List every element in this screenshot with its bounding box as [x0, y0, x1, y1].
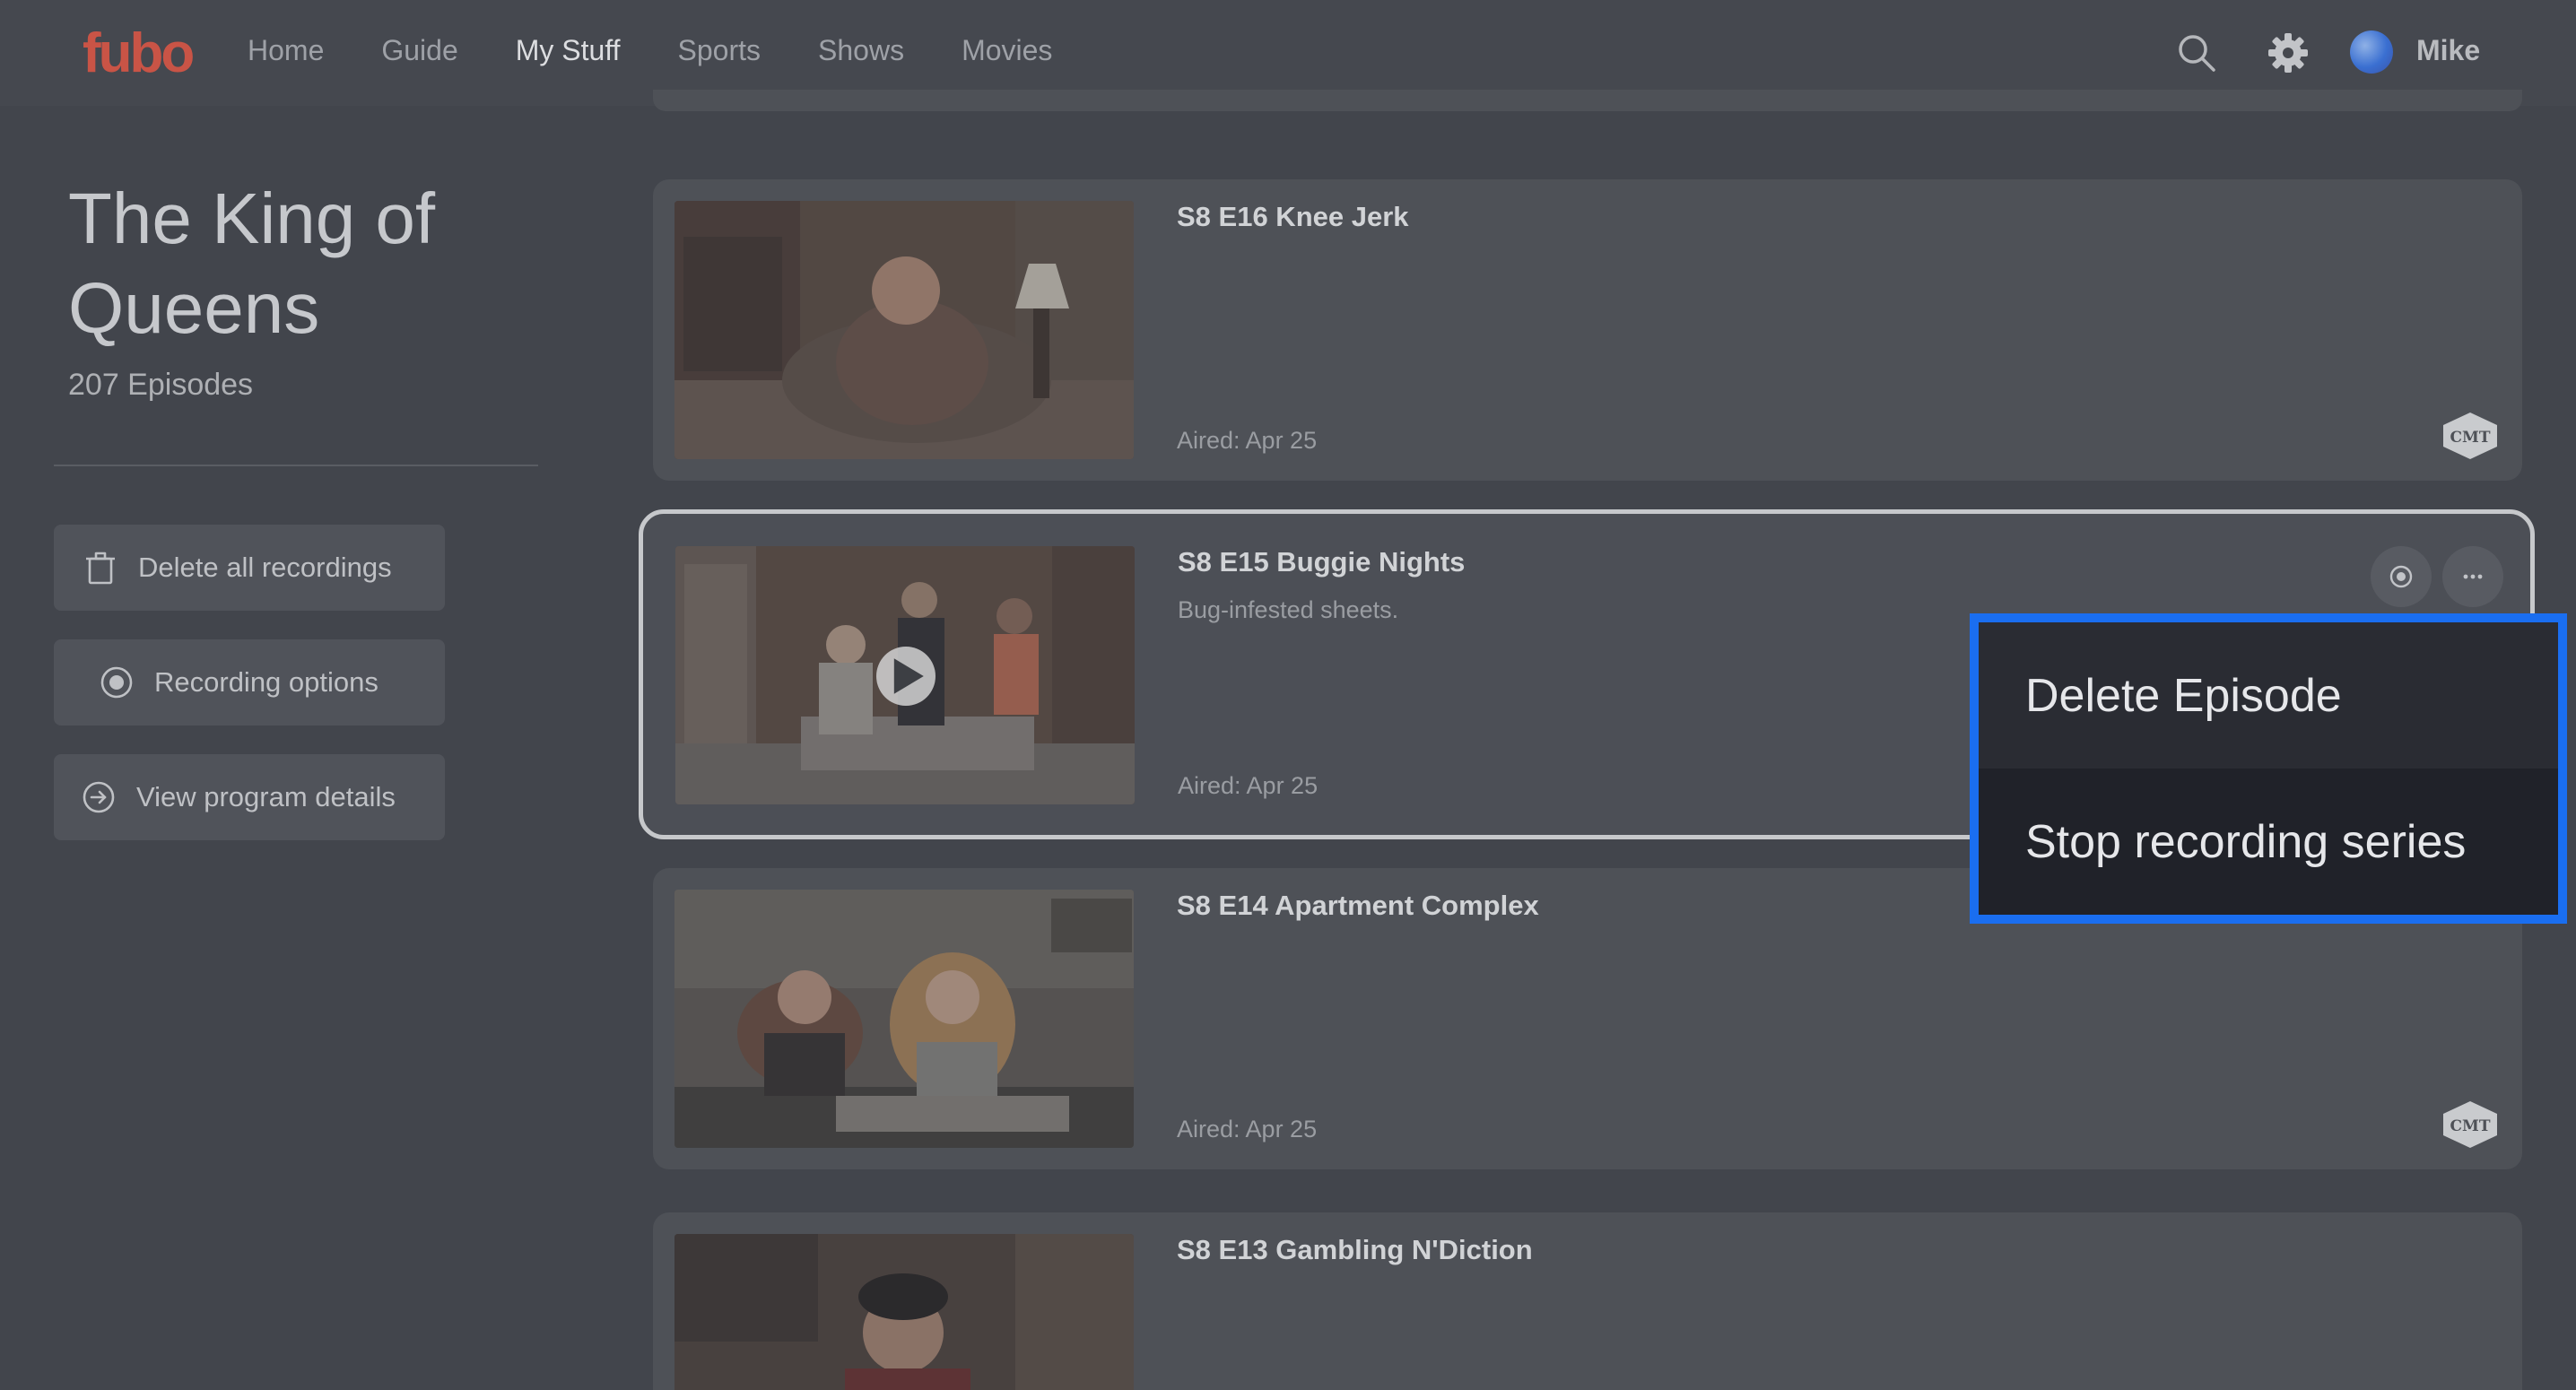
trash-icon	[86, 552, 115, 585]
delete-all-recordings-button[interactable]: Delete all recordings	[54, 525, 445, 611]
search-icon[interactable]	[2174, 30, 2219, 75]
divider	[54, 465, 538, 466]
episode-thumbnail[interactable]	[675, 546, 1135, 804]
svg-text:CMT: CMT	[2450, 1117, 2491, 1135]
nav-item-guide[interactable]: Guide	[381, 34, 457, 67]
episode-card[interactable]: S8 E16 Knee Jerk Aired: Apr 25 CMT	[653, 179, 2522, 481]
record-icon	[100, 666, 133, 699]
episode-aired-date: Aired: Apr 25	[1178, 772, 1318, 799]
nav-item-home[interactable]: Home	[248, 34, 324, 67]
episode-thumbnail[interactable]	[674, 1234, 1134, 1390]
gear-icon[interactable]	[2266, 30, 2311, 75]
recording-options-button[interactable]: Recording options	[54, 639, 445, 725]
delete-all-recordings-label: Delete all recordings	[138, 552, 392, 583]
play-icon	[893, 658, 924, 694]
episode-aired-date: Aired: Apr 25	[1177, 427, 1318, 454]
view-program-details-button[interactable]: View program details	[54, 754, 445, 840]
more-options-button[interactable]	[2442, 546, 2503, 607]
episode-title: S8 E15 Buggie Nights	[1178, 546, 1466, 578]
episode-title: S8 E13 Gambling N'Diction	[1177, 1234, 1533, 1265]
cmt-network-logo: CMT	[2443, 1101, 2497, 1148]
episode-aired-date: Aired: Apr 25	[1177, 1116, 1318, 1142]
record-icon	[2389, 565, 2413, 588]
episode-title: S8 E16 Knee Jerk	[1177, 201, 1409, 232]
record-button[interactable]	[2371, 546, 2432, 607]
nav-item-shows[interactable]: Shows	[818, 34, 904, 67]
nav-menu: Home Guide My Stuff Sports Shows Movies	[248, 34, 1110, 67]
episode-thumbnail[interactable]	[674, 201, 1134, 459]
episode-card[interactable]: S8 E13 Gambling N'Diction	[653, 1212, 2522, 1390]
nav-item-my-stuff[interactable]: My Stuff	[516, 34, 621, 67]
episode-title: S8 E14 Apartment Complex	[1177, 890, 1539, 921]
nav-item-movies[interactable]: Movies	[962, 34, 1052, 67]
delete-episode-menu-item[interactable]: Delete Episode	[1979, 622, 2558, 769]
fubo-logo[interactable]: fubo	[83, 22, 195, 85]
episode-thumbnail-image	[674, 890, 1134, 1148]
play-button[interactable]	[876, 647, 936, 706]
previous-episode-card-edge	[653, 90, 2522, 111]
episode-thumbnail[interactable]	[674, 890, 1134, 1148]
more-dots-icon	[2463, 574, 2483, 579]
user-name[interactable]: Mike	[2416, 34, 2480, 67]
avatar[interactable]	[2350, 30, 2393, 74]
episode-thumbnail-image	[674, 201, 1134, 459]
episode-description: Bug-infested sheets.	[1178, 596, 1399, 623]
stop-recording-series-menu-item[interactable]: Stop recording series	[1979, 769, 2558, 915]
cmt-network-logo: CMT	[2443, 413, 2497, 459]
episode-context-menu: Delete Episode Stop recording series	[1970, 613, 2567, 924]
view-program-details-label: View program details	[136, 781, 396, 812]
page-title: The King of Queens	[68, 178, 436, 348]
episode-thumbnail-image	[674, 1234, 1134, 1390]
nav-item-sports[interactable]: Sports	[678, 34, 761, 67]
svg-text:CMT: CMT	[2450, 429, 2491, 447]
arrow-right-circle-icon	[83, 781, 115, 813]
recording-options-label: Recording options	[154, 666, 379, 698]
episode-count: 207 Episodes	[68, 368, 254, 402]
